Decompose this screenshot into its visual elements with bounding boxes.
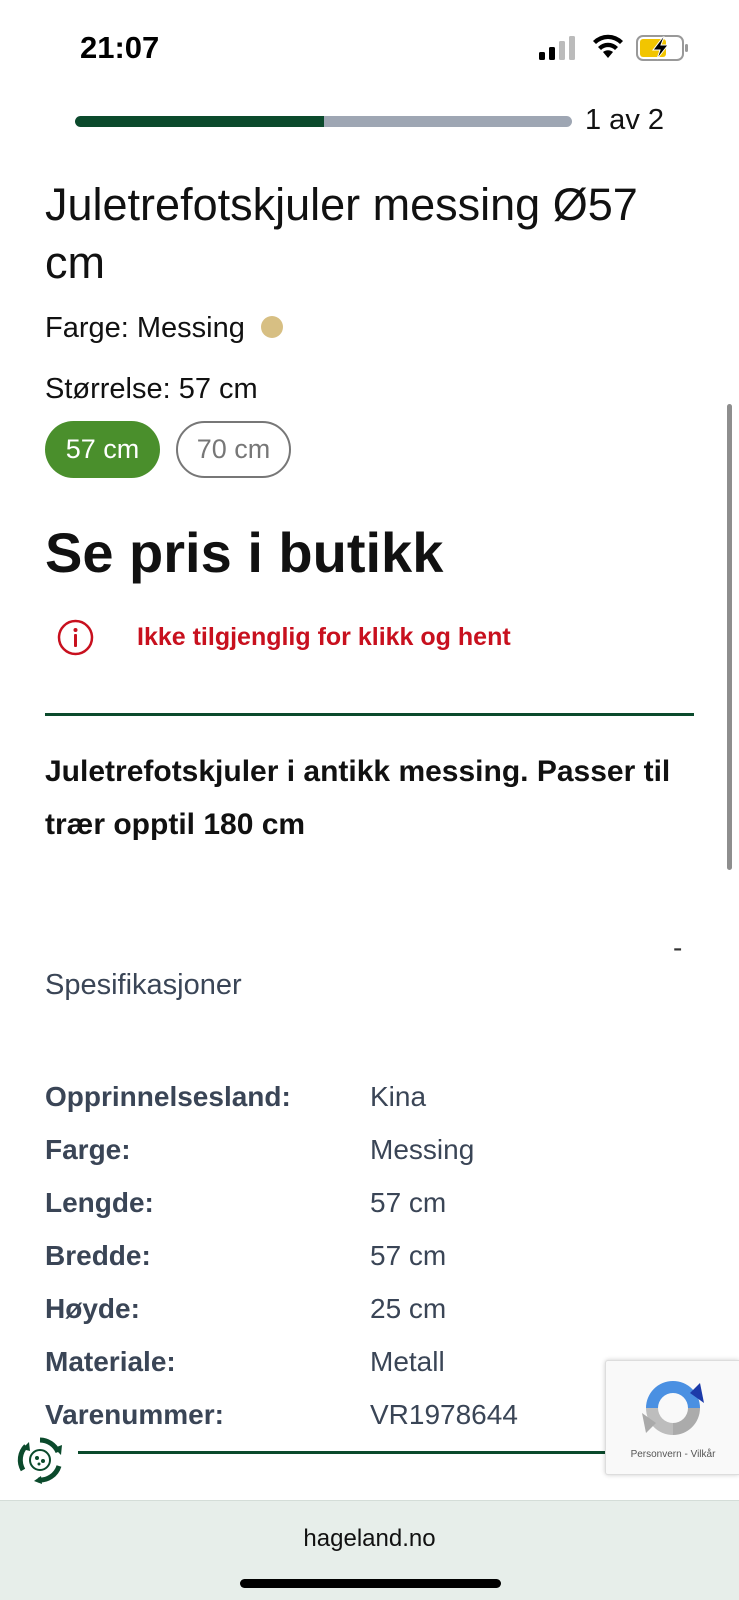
product-description: Juletrefotskjuler i antikk messing. Pass… bbox=[45, 755, 671, 841]
spec-value: Metall bbox=[370, 1345, 445, 1377]
size-options: 57 cm 70 cm bbox=[45, 421, 291, 478]
specs-collapse-toggle[interactable]: - bbox=[673, 932, 682, 964]
spec-row: Materiale: Metall bbox=[45, 1335, 518, 1388]
size-label: Størrelse: 57 cm bbox=[45, 373, 258, 405]
recycle-icon[interactable] bbox=[14, 1434, 66, 1486]
divider bbox=[45, 713, 694, 716]
availability-text: Ikke tilgjenglig for klikk og hent bbox=[137, 623, 511, 651]
status-time: 21:07 bbox=[80, 30, 160, 65]
specs-heading[interactable]: Spesifikasjoner bbox=[45, 969, 242, 1002]
spec-value: 25 cm bbox=[370, 1292, 447, 1324]
spec-row: Farge: Messing bbox=[45, 1123, 518, 1176]
recaptcha-badge[interactable]: Personvern - Vilkår bbox=[605, 1360, 739, 1475]
availability-notice: Ikke tilgjenglig for klikk og hent bbox=[57, 619, 511, 656]
spec-value: 57 cm bbox=[370, 1186, 447, 1218]
product-title: Juletrefotskjuler messing Ø57 cm bbox=[45, 179, 638, 288]
spec-row: Opprinnelsesland: Kina bbox=[45, 1070, 518, 1123]
size-option-70[interactable]: 70 cm bbox=[176, 421, 291, 478]
browser-url[interactable]: hageland.no bbox=[0, 1525, 739, 1553]
spec-row: Bredde: 57 cm bbox=[45, 1229, 518, 1282]
battery-charging-icon bbox=[636, 35, 688, 61]
scrollbar[interactable] bbox=[727, 404, 732, 870]
specs-table: Opprinnelsesland: Kina Farge: Messing Le… bbox=[45, 1070, 518, 1441]
color-label: Farge: Messing bbox=[45, 312, 245, 344]
spec-key: Farge: bbox=[45, 1133, 131, 1165]
spec-value: Kina bbox=[370, 1080, 427, 1112]
spec-value: Messing bbox=[370, 1133, 475, 1165]
wifi-icon bbox=[593, 34, 623, 58]
footer-divider bbox=[78, 1451, 618, 1454]
progress-bar bbox=[75, 116, 572, 127]
spec-row: Lengde: 57 cm bbox=[45, 1176, 518, 1229]
spec-key: Opprinnelsesland: bbox=[45, 1080, 291, 1112]
spec-key: Lengde: bbox=[45, 1186, 154, 1218]
color-selection: Farge: Messing bbox=[45, 312, 283, 345]
recaptcha-links[interactable]: Personvern - Vilkår bbox=[606, 1449, 739, 1460]
spec-key: Høyde: bbox=[45, 1292, 140, 1324]
progress-fill bbox=[75, 116, 324, 127]
recaptcha-logo-icon bbox=[642, 1381, 704, 1435]
spec-value: VR1978644 bbox=[370, 1398, 518, 1430]
info-icon bbox=[57, 619, 94, 656]
spec-row: Varenummer: VR1978644 bbox=[45, 1388, 518, 1441]
spec-row: Høyde: 25 cm bbox=[45, 1282, 518, 1335]
signal-icon bbox=[539, 36, 575, 60]
price-text: Se pris i butikk bbox=[45, 521, 444, 584]
spec-key: Materiale: bbox=[45, 1345, 176, 1377]
home-indicator[interactable] bbox=[240, 1579, 501, 1588]
spec-key: Bredde: bbox=[45, 1239, 151, 1271]
status-bar: 21:07 bbox=[0, 0, 739, 90]
progress-label: 1 av 2 bbox=[585, 104, 664, 136]
spec-value: 57 cm bbox=[370, 1239, 447, 1271]
color-swatch[interactable] bbox=[260, 315, 283, 338]
size-option-57[interactable]: 57 cm bbox=[45, 421, 160, 478]
spec-key: Varenummer: bbox=[45, 1398, 224, 1430]
browser-address-bar[interactable]: hageland.no bbox=[0, 1500, 739, 1600]
